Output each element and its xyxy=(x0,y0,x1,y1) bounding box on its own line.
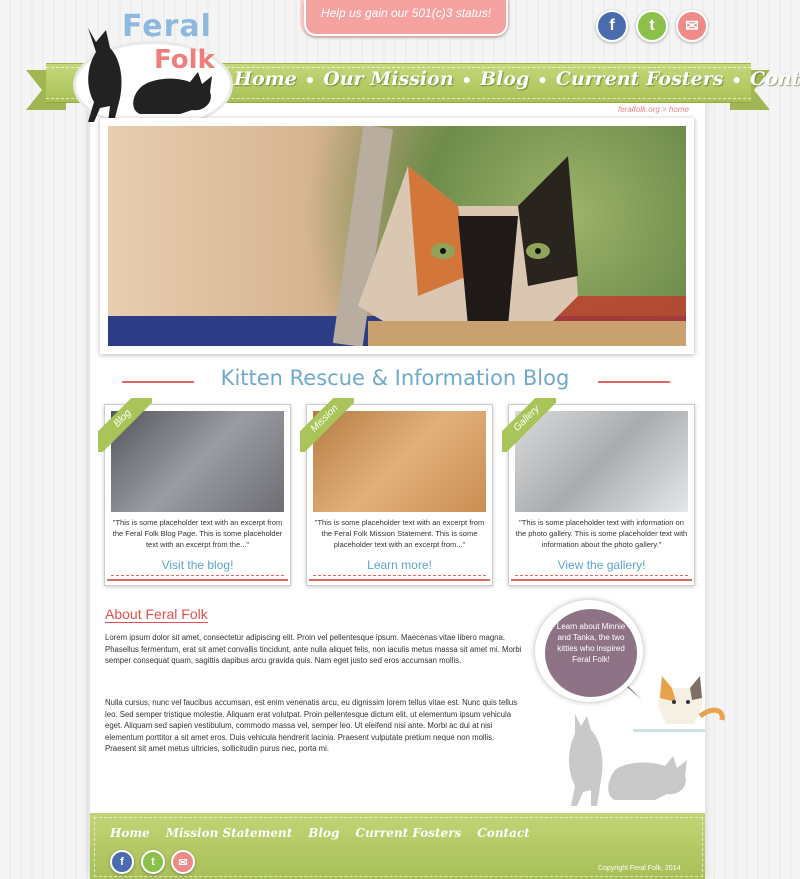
breadcrumb: feralfolk.org > home xyxy=(618,105,689,114)
card-dashed-line xyxy=(313,575,486,576)
footer-twitter-icon[interactable]: t xyxy=(141,850,165,874)
logo-word-feral: Feral xyxy=(122,9,212,44)
section-title: Kitten Rescue & Information Blog xyxy=(220,366,570,390)
gallery-card-excerpt: "This is some placeholder text with info… xyxy=(515,518,688,549)
blog-corner-tag: Blog xyxy=(98,398,152,452)
blog-card-excerpt: "This is some placeholder text with an e… xyxy=(112,518,283,549)
footer-nav-current-fosters[interactable]: Current Fosters xyxy=(355,826,461,840)
view-gallery-link[interactable]: View the gallery! xyxy=(509,558,694,572)
footer-mail-icon[interactable]: ✉ xyxy=(171,850,195,874)
mail-icon[interactable]: ✉ xyxy=(676,10,708,42)
main-nav: Home ● Our Mission ● Blog ● Current Fost… xyxy=(234,68,800,90)
nav-separator: ● xyxy=(305,71,315,87)
footer-nav-blog[interactable]: Blog xyxy=(308,826,339,840)
card-bottom-bar xyxy=(309,579,490,581)
mission-corner-tag: Mission xyxy=(300,398,354,452)
gallery-corner-tag: Gallery xyxy=(502,398,556,452)
learn-more-link[interactable]: Learn more! xyxy=(307,558,492,572)
nav-home[interactable]: Home xyxy=(234,68,297,90)
card-bottom-bar xyxy=(511,579,692,581)
card-dashed-line xyxy=(515,575,688,576)
title-arrow-left xyxy=(122,381,194,383)
about-paragraph-1: Lorem ipsum dolor sit amet, consectetur … xyxy=(105,633,522,666)
kitten-illustration xyxy=(108,126,686,346)
facebook-icon[interactable]: f xyxy=(596,10,628,42)
donate-banner-text: Help us gain our 501(c)3 status! xyxy=(320,6,492,20)
footer-nav-home[interactable]: Home xyxy=(110,826,150,840)
nav-current-fosters[interactable]: Current Fosters xyxy=(556,68,724,90)
title-arrow-right xyxy=(598,381,670,383)
nav-separator: ● xyxy=(732,71,741,87)
card-dashed-line xyxy=(111,575,284,576)
footer-nav: Home Mission Statement Blog Current Fost… xyxy=(110,826,530,840)
footer-nav-mission-statement[interactable]: Mission Statement xyxy=(166,826,293,840)
calico-cat-cartoon xyxy=(658,676,725,724)
about-heading: About Feral Folk xyxy=(105,606,208,623)
footer-facebook-icon[interactable]: f xyxy=(110,850,134,874)
footer-nav-contact[interactable]: Contact xyxy=(477,826,529,840)
card-bottom-bar xyxy=(107,579,288,581)
nav-separator: ● xyxy=(462,71,472,87)
mission-card-excerpt: "This is some placeholder text with an e… xyxy=(314,518,485,549)
copyright: Copyright Feral Folk, 2014 xyxy=(598,865,681,872)
nav-our-mission[interactable]: Our Mission xyxy=(323,68,453,90)
visit-blog-link[interactable]: Visit the blog! xyxy=(105,558,290,572)
donate-banner[interactable]: Help us gain our 501(c)3 status! xyxy=(304,0,508,36)
nav-separator: ● xyxy=(538,71,547,87)
about-paragraph-2: Nulla cursus, nunc vel faucibus accumsan… xyxy=(105,698,518,754)
twitter-icon[interactable]: t xyxy=(636,10,668,42)
logo-word-folk: Folk xyxy=(154,45,215,75)
nav-contact[interactable]: Contact xyxy=(750,68,800,90)
hero-kitten-photo xyxy=(108,126,686,346)
speech-bubble-text[interactable]: Learn about Minnie and Tanka, the two ki… xyxy=(551,621,631,665)
nav-blog[interactable]: Blog xyxy=(480,68,529,90)
